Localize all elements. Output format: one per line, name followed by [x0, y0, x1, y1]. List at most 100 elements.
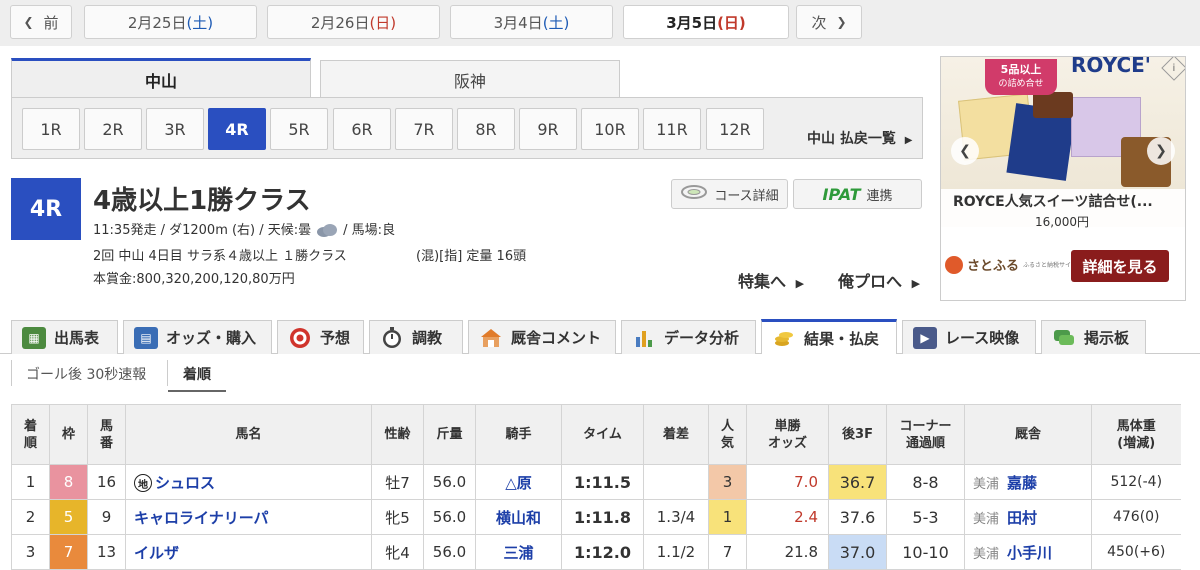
table-row: 1 8 16 地シュロス 牡7 56.0 △原 1:11.5 3 7.0 36.…: [11, 464, 1181, 500]
race-conditions: 11:35発走 / ダ1200m (右) / 天候:曇 / 馬場:良: [93, 223, 396, 238]
col-header-sexage: 性齢: [371, 404, 424, 465]
race-button-12r[interactable]: 12R: [706, 108, 764, 150]
tab-shutsuba[interactable]: ▦ 出馬表: [11, 320, 118, 354]
date-nav-bar: ❮ 前 2月25日 (土) 2月26日 (日) 3月4日 (土) 3月5日 (日) 次 …: [0, 0, 1200, 46]
triangle-right-icon: ▶: [911, 277, 921, 290]
trainer-cell[interactable]: 美浦 小手川: [964, 534, 1092, 570]
venue-tab-hanshin[interactable]: 阪神: [320, 60, 620, 98]
ipat-link-button[interactable]: IPAT 連携: [793, 179, 922, 209]
target-icon: [288, 327, 312, 349]
date-tab-0226[interactable]: 2月26日 (日): [267, 5, 440, 39]
tab-results[interactable]: 結果・払戻: [761, 319, 897, 354]
ad-detail-button[interactable]: 詳細を見る: [1071, 250, 1169, 282]
prev-date-button[interactable]: ❮ 前: [10, 5, 72, 39]
ad-banner[interactable]: 5品以上 の詰め合せ ROYCE' i ❮ ❯ ROYCE人気スイーツ詰合せ(.…: [940, 56, 1186, 301]
col-header-corner: コーナー 通過順: [886, 404, 965, 465]
satofull-logo-icon: [945, 255, 963, 274]
tab-data-analysis[interactable]: データ分析: [621, 320, 756, 354]
table-icon: ▦: [22, 326, 46, 349]
table-row: 2 5 9 キャロライナリーパ 牝5 56.0 横山和 1:11.8 1.3/4…: [11, 499, 1181, 535]
race-button-10r[interactable]: 10R: [581, 108, 639, 150]
odds-icon: ▤: [134, 326, 158, 349]
stopwatch-icon: [380, 326, 404, 349]
race-button-3r[interactable]: 3R: [146, 108, 204, 150]
race-button-2r[interactable]: 2R: [84, 108, 142, 150]
ad-carousel-next-icon[interactable]: ❯: [1147, 137, 1175, 165]
tab-yosou[interactable]: 予想: [277, 320, 364, 354]
race-button-7r[interactable]: 7R: [395, 108, 453, 150]
triangle-right-icon: ▶: [795, 277, 805, 290]
prize-money: 本賞金:800,320,200,120,80万円: [93, 272, 295, 287]
waku-badge: 7: [49, 534, 88, 570]
col-header-odds: 単勝 オッズ: [746, 404, 829, 465]
tab-choukyou[interactable]: 調教: [369, 320, 463, 354]
subtab-chakujun[interactable]: 着順: [168, 358, 226, 392]
race-button-1r[interactable]: 1R: [22, 108, 80, 150]
triangle-right-icon: ▶: [904, 135, 913, 146]
date-tab-0225[interactable]: 2月25日 (土): [84, 5, 257, 39]
race-button-9r[interactable]: 9R: [519, 108, 577, 150]
waku-badge: 8: [49, 464, 88, 500]
bar-chart-icon: [632, 327, 656, 349]
col-header-name: 馬名: [125, 404, 372, 465]
coins-icon: [772, 327, 796, 349]
ad-caption: ROYCE人気スイーツ詰合せ(... 16,000円: [941, 189, 1185, 245]
jockey-link[interactable]: 横山和: [475, 499, 562, 535]
waku-badge: 5: [49, 499, 88, 535]
tab-odds[interactable]: ▤ オッズ・購入: [123, 320, 272, 354]
stable-icon: [479, 327, 503, 349]
race-button-4r[interactable]: 4R: [208, 108, 266, 150]
venue-tab-nakayama[interactable]: 中山: [11, 58, 311, 98]
race-button-6r[interactable]: 6R: [333, 108, 391, 150]
col-header-waku: 枠: [49, 404, 88, 465]
col-header-weight: 馬体重 (増減): [1091, 404, 1181, 465]
race-number-badge: 4R: [11, 178, 81, 240]
col-header-f3: 後3F: [828, 404, 887, 465]
video-icon: ▶: [913, 326, 937, 349]
chevron-right-icon: ❯: [836, 15, 847, 29]
date-tab-0304[interactable]: 3月4日 (土): [450, 5, 613, 39]
subtab-divider-left: [11, 360, 12, 386]
race-number-panel: 1R 2R 3R 4R 5R 6R 7R 8R 9R 10R 11R 12R 中…: [11, 97, 923, 159]
table-header-row: 着順 枠 馬番 馬名 性齢 斤量 騎手 タイム 着差 人気 単勝 オッズ 後3F …: [11, 404, 1181, 465]
ad-sponsor-logo: さとふる ふるさと納税サイト: [945, 255, 1077, 274]
jockey-link[interactable]: △原: [475, 464, 562, 500]
race-button-8r[interactable]: 8R: [457, 108, 515, 150]
ad-badge: 5品以上 の詰め合せ: [985, 59, 1057, 95]
col-header-time: タイム: [561, 404, 644, 465]
orepro-link[interactable]: 俺プロへ ▶: [838, 268, 920, 292]
next-date-button[interactable]: 次 ❯: [796, 5, 862, 39]
tab-stable-comment[interactable]: 厩舎コメント: [468, 320, 616, 354]
col-header-jockey: 騎手: [475, 404, 562, 465]
table-row: 3 7 13 イルザ 牝4 56.0 三浦 1:12.0 1.1/2 7 21.…: [11, 534, 1181, 570]
tab-bbs[interactable]: 掲示板: [1041, 320, 1146, 354]
col-header-pop: 人気: [708, 404, 747, 465]
race-button-5r[interactable]: 5R: [270, 108, 328, 150]
chevron-left-icon: ❮: [23, 15, 34, 29]
course-detail-button[interactable]: コース詳細: [671, 179, 788, 209]
results-table: 着順 枠 馬番 馬名 性齢 斤量 騎手 タイム 着差 人気 単勝 オッズ 後3F …: [11, 404, 1181, 570]
subtab-goal-quick[interactable]: ゴール後 30秒速報: [26, 364, 146, 384]
horse-name-link[interactable]: 地シュロス: [125, 464, 372, 500]
race-class-info: 2回 中山 4日目 サラ系４歳以上 １勝クラス: [93, 249, 347, 264]
tokushu-link[interactable]: 特集へ ▶: [738, 268, 804, 292]
horse-name-link[interactable]: イルザ: [125, 534, 372, 570]
tab-race-video[interactable]: ▶ レース映像: [902, 320, 1036, 354]
race-button-11r[interactable]: 11R: [643, 108, 701, 150]
col-header-kin: 斤量: [423, 404, 476, 465]
race-title: 4歳以上1勝クラス: [93, 186, 311, 216]
horse-name-link[interactable]: キャロライナリーパ: [125, 499, 372, 535]
col-header-umaban: 馬番: [87, 404, 126, 465]
date-tab-0305[interactable]: 3月5日 (日): [623, 5, 789, 39]
jockey-link[interactable]: 三浦: [475, 534, 562, 570]
col-header-diff: 着差: [643, 404, 709, 465]
course-track-icon: [680, 184, 708, 204]
ad-brand-logo: ROYCE': [1071, 56, 1151, 77]
trainer-cell[interactable]: 美浦 嘉藤: [964, 464, 1092, 500]
col-header-rank: 着順: [11, 404, 50, 465]
chihou-mark-icon: 地: [134, 474, 152, 492]
payout-list-link[interactable]: 中山 払戻一覧 ▶: [807, 128, 912, 148]
trainer-cell[interactable]: 美浦 田村: [964, 499, 1092, 535]
ad-carousel-prev-icon[interactable]: ❮: [951, 137, 979, 165]
ipat-logo-icon: IPAT: [822, 184, 861, 204]
